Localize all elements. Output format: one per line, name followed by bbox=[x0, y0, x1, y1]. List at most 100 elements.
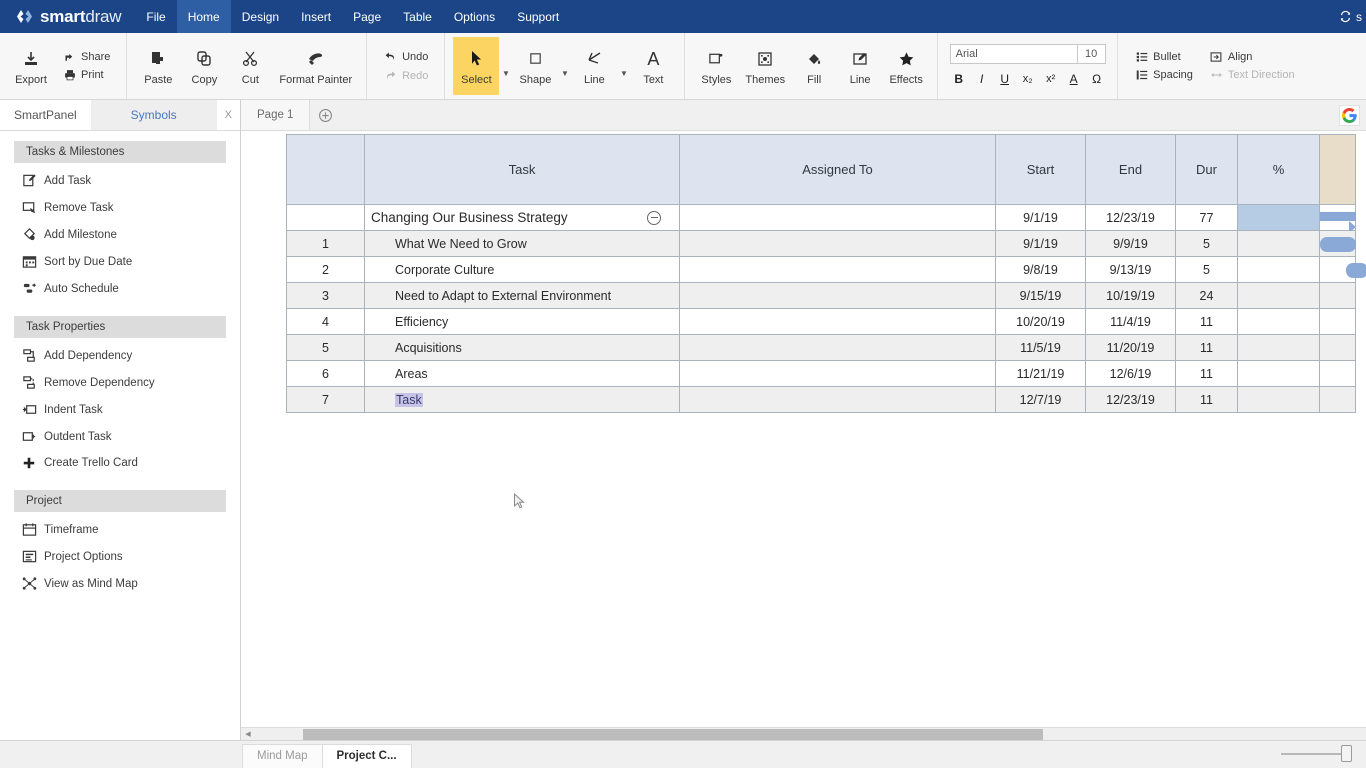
cell-start[interactable]: 9/15/19 bbox=[995, 282, 1086, 309]
cell-number[interactable]: 2 bbox=[286, 256, 365, 283]
cell-start[interactable]: 10/20/19 bbox=[995, 308, 1086, 335]
symbol-button[interactable]: Ω bbox=[1086, 70, 1107, 89]
cell-assigned-to[interactable] bbox=[679, 386, 996, 413]
google-g-icon[interactable] bbox=[1339, 105, 1360, 126]
cell-dur[interactable]: 24 bbox=[1175, 282, 1238, 309]
cell-gantt[interactable] bbox=[1319, 334, 1356, 361]
sheet-tab-project-chart[interactable]: Project C... bbox=[321, 744, 412, 768]
cell-assigned-to[interactable] bbox=[679, 360, 996, 387]
cell-dur[interactable]: 11 bbox=[1175, 386, 1238, 413]
cell-percent[interactable] bbox=[1237, 204, 1320, 231]
project-chart-table[interactable]: Task Assigned To Start End Dur % Changin… bbox=[286, 134, 1366, 413]
sidebar-item-create-trello-card[interactable]: Create Trello Card bbox=[0, 450, 240, 476]
cell-end[interactable]: 11/4/19 bbox=[1085, 308, 1176, 335]
cell-dur[interactable]: 11 bbox=[1175, 308, 1238, 335]
cell-start[interactable]: 12/7/19 bbox=[995, 386, 1086, 413]
bullet-button[interactable]: Bullet bbox=[1130, 48, 1197, 66]
diagram-canvas[interactable]: Task Assigned To Start End Dur % Changin… bbox=[241, 131, 1366, 727]
cell-task[interactable]: What We Need to Grow bbox=[364, 230, 680, 257]
cell-start[interactable]: 11/5/19 bbox=[995, 334, 1086, 361]
bold-button[interactable]: B bbox=[948, 70, 969, 89]
cut-button[interactable]: Cut bbox=[227, 37, 273, 95]
tab-symbols[interactable]: Symbols bbox=[90, 100, 217, 130]
cell-dur[interactable]: 11 bbox=[1175, 334, 1238, 361]
cell-assigned-to[interactable] bbox=[679, 256, 996, 283]
cell-dur[interactable]: 77 bbox=[1175, 204, 1238, 231]
table-row[interactable]: 1 What We Need to Grow 9/1/19 9/9/19 5 bbox=[286, 230, 1356, 257]
cell-percent[interactable] bbox=[1237, 308, 1320, 335]
cell-percent[interactable] bbox=[1237, 334, 1320, 361]
sidebar-item-remove-dependency[interactable]: Remove Dependency bbox=[0, 369, 240, 396]
cell-task[interactable]: Changing Our Business Strategy bbox=[364, 204, 680, 231]
scroll-left-arrow-icon[interactable]: ◀ bbox=[241, 730, 255, 738]
undo-button[interactable]: Undo bbox=[379, 47, 432, 66]
spacing-button[interactable]: Spacing bbox=[1130, 66, 1197, 84]
fill-button[interactable]: Fill bbox=[791, 37, 837, 95]
cell-start[interactable]: 9/8/19 bbox=[995, 256, 1086, 283]
cell-end[interactable]: 12/23/19 bbox=[1085, 204, 1176, 231]
cell-number[interactable]: 1 bbox=[286, 230, 365, 257]
cell-task[interactable]: Need to Adapt to External Environment bbox=[364, 282, 680, 309]
sidebar-item-add-dependency[interactable]: Add Dependency bbox=[0, 342, 240, 369]
menu-table[interactable]: Table bbox=[392, 0, 443, 33]
cell-end[interactable]: 10/19/19 bbox=[1085, 282, 1176, 309]
cell-end[interactable]: 11/20/19 bbox=[1085, 334, 1176, 361]
copy-button[interactable]: Copy bbox=[181, 37, 227, 95]
line-tool-button[interactable]: Line bbox=[571, 37, 617, 95]
shape-caret-icon[interactable]: ▼ bbox=[558, 55, 571, 78]
cell-end[interactable]: 12/23/19 bbox=[1085, 386, 1176, 413]
sidebar-item-add-milestone[interactable]: Add Milestone bbox=[0, 221, 240, 248]
table-row[interactable]: 2 Corporate Culture 9/8/19 9/13/19 5 bbox=[286, 256, 1366, 283]
scrollbar-thumb[interactable] bbox=[303, 728, 1043, 740]
cell-end[interactable]: 9/13/19 bbox=[1085, 256, 1176, 283]
font-size-input[interactable]: 10 bbox=[1077, 43, 1106, 64]
cell-assigned-to[interactable] bbox=[679, 334, 996, 361]
cell-percent[interactable] bbox=[1237, 360, 1320, 387]
sidebar-item-project-options[interactable]: Project Options bbox=[0, 543, 240, 570]
cell-gantt[interactable] bbox=[1319, 204, 1356, 233]
share-button[interactable]: Share bbox=[58, 48, 114, 66]
menu-file[interactable]: File bbox=[135, 0, 176, 33]
subscript-button[interactable]: x₂ bbox=[1017, 70, 1038, 89]
cell-assigned-to[interactable] bbox=[679, 230, 996, 257]
zoom-slider[interactable] bbox=[1281, 745, 1352, 762]
sidebar-item-view-as-mind-map[interactable]: View as Mind Map bbox=[0, 570, 240, 597]
cell-start[interactable]: 11/21/19 bbox=[995, 360, 1086, 387]
cell-gantt[interactable] bbox=[1319, 230, 1356, 257]
cell-gantt[interactable] bbox=[1319, 386, 1356, 413]
menu-design[interactable]: Design bbox=[231, 0, 290, 33]
table-row[interactable]: 6 Areas 11/21/19 12/6/19 11 bbox=[286, 360, 1356, 387]
line-caret-icon[interactable]: ▼ bbox=[617, 55, 630, 78]
export-button[interactable]: Export bbox=[8, 37, 54, 95]
sidebar-item-add-task[interactable]: Add Task bbox=[0, 167, 240, 194]
paste-button[interactable]: Paste bbox=[135, 37, 181, 95]
menu-support[interactable]: Support bbox=[506, 0, 570, 33]
cell-end[interactable]: 12/6/19 bbox=[1085, 360, 1176, 387]
cell-task[interactable]: Areas bbox=[364, 360, 680, 387]
zoom-slider-track[interactable] bbox=[1281, 752, 1343, 755]
horizontal-scrollbar[interactable]: ◀ bbox=[241, 727, 1366, 740]
tab-smartpanel[interactable]: SmartPanel bbox=[0, 100, 91, 130]
line-format-button[interactable]: Line bbox=[837, 37, 883, 95]
cell-number[interactable]: 7 bbox=[286, 386, 365, 413]
redo-button[interactable]: Redo bbox=[379, 66, 432, 85]
cell-percent[interactable] bbox=[1237, 256, 1320, 283]
themes-button[interactable]: Themes bbox=[739, 37, 791, 95]
superscript-button[interactable]: x² bbox=[1040, 70, 1061, 89]
cell-start[interactable]: 9/1/19 bbox=[995, 204, 1086, 231]
align-button[interactable]: Align bbox=[1205, 48, 1299, 66]
sidebar-item-outdent-task[interactable]: Outdent Task bbox=[0, 423, 240, 450]
cell-task[interactable]: Acquisitions bbox=[364, 334, 680, 361]
table-row[interactable]: 4 Efficiency 10/20/19 11/4/19 11 bbox=[286, 308, 1356, 335]
sync-icon[interactable] bbox=[1339, 10, 1352, 23]
menu-home[interactable]: Home bbox=[176, 0, 231, 33]
cell-number[interactable] bbox=[286, 204, 365, 231]
cell-assigned-to[interactable] bbox=[679, 282, 996, 309]
cell-end[interactable]: 9/9/19 bbox=[1085, 230, 1176, 257]
sidebar-item-auto-schedule[interactable]: Auto Schedule bbox=[0, 275, 240, 302]
cell-assigned-to[interactable] bbox=[679, 308, 996, 335]
collapse-toggle-icon[interactable] bbox=[647, 210, 661, 225]
cell-number[interactable]: 5 bbox=[286, 334, 365, 361]
cell-gantt[interactable] bbox=[1319, 360, 1356, 387]
sheet-tab-mind-map[interactable]: Mind Map bbox=[242, 744, 323, 768]
